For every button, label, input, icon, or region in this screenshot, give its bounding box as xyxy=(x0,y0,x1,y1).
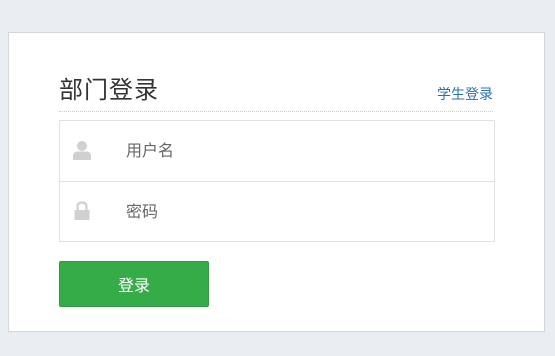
login-card: 部门登录 学生登录 登录 xyxy=(8,32,545,332)
lock-icon xyxy=(72,201,92,221)
password-input[interactable] xyxy=(126,182,476,240)
page-title: 部门登录 xyxy=(59,76,159,104)
username-row xyxy=(60,121,494,181)
user-icon xyxy=(72,140,92,160)
login-button[interactable]: 登录 xyxy=(59,261,209,307)
username-input[interactable] xyxy=(126,121,476,179)
login-form xyxy=(59,120,495,242)
login-header: 部门登录 学生登录 xyxy=(59,73,493,112)
password-row xyxy=(60,181,494,241)
student-login-link[interactable]: 学生登录 xyxy=(437,86,493,104)
